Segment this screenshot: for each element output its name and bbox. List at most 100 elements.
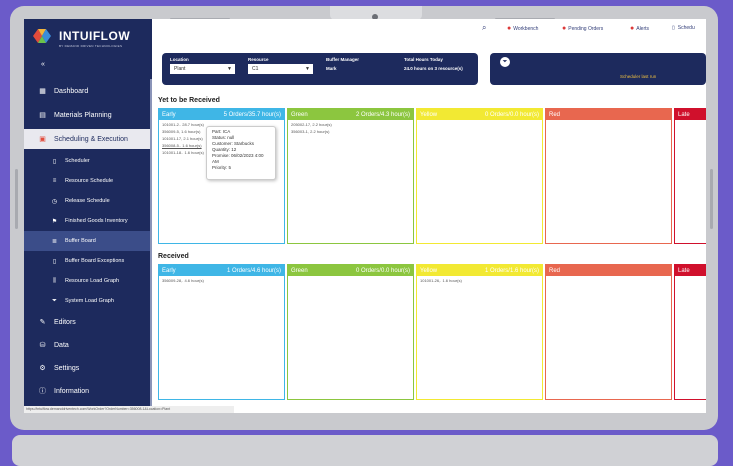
column-header: Red [546,109,671,120]
brand-name: INTUIFLOW [59,29,131,43]
info-icon: ⓘ [39,388,46,395]
sidebar-item-editors[interactable]: ✎ Editors [24,312,152,332]
received-title: Received [158,253,189,260]
order-item[interactable]: 356003-1, 2.2 hour(s) [288,129,413,134]
order-item[interactable]: 101001-26,. 1.6 hour(s) [417,278,542,283]
column-summary: 0 Orders/0.0 hour(s) [355,267,410,274]
sidebar-item-buffer-board-exceptions[interactable]: ▯ Buffer Board Exceptions [24,251,152,271]
sidebar-item-label: Materials Planning [54,111,112,119]
location-select[interactable]: Plant ▼ [170,64,235,74]
edit-icon: ✎ [39,319,46,326]
total-hours-label: Total Hours Today [404,57,443,62]
sidebar-item-resource-load-graph[interactable]: ⫼ Resource Load Graph [24,271,152,291]
sidebar-item-materials-planning[interactable]: ▤ Materials Planning [24,105,152,125]
buffer-manager-label: Buffer Manager [326,57,360,62]
status-bar-url: https://intuiflow.demanddriventech.com/W… [24,406,234,413]
location-label: Location [170,57,189,62]
sidebar-item-data[interactable]: ⛁ Data [24,335,152,355]
received-red-column: Red [545,264,672,400]
pending-orders-badge-icon: ● [562,25,567,32]
column-summary: 1 Orders/1.6 hour(s) [484,267,539,274]
sidebar-item-dashboard[interactable]: ▦ Dashboard [24,81,152,101]
column-name: Yellow [420,267,438,274]
tooltip-promise: Promise: 06/02/2023 4:00 AM [212,153,264,164]
schedule-label: Schedu [677,25,695,31]
sidebar-item-label: Scheduling & Execution [54,135,128,143]
workbench-button[interactable]: ● Workbench [507,25,538,32]
received-late-column: Late [674,264,706,400]
scheduler-last-run-text: Scheduler last run [620,74,657,79]
top-bar: ⌕ ● Workbench ● Pending Orders ● Alerts ▯ Sc… [152,19,706,43]
collapse-sidebar-icon[interactable]: « [41,61,45,68]
received-green-column: Green 0 Orders/0.0 hour(s) [287,264,414,400]
funnel-icon: ⏷ [52,297,57,304]
column-name: Red [549,111,561,118]
alerts-button[interactable]: ● Alerts [630,25,649,32]
sidebar-item-label: Release Schedule [65,198,110,204]
to-receive-green-column: Green 2 Orders/4.3 hour(s) 205002-17, 2.2… [287,108,414,244]
pending-orders-label: Pending Orders [568,25,604,32]
column-name: Late [678,267,690,274]
flag-icon: ⚑ [51,218,58,225]
filter-panel: Location Plant ▼ Resource C1 ▼ Buffer Mana… [162,53,478,85]
column-header: Red [546,265,671,276]
total-hours-value: 24.0 hours on 3 resource(s) [404,66,463,71]
sidebar-item-settings[interactable]: ⚙ Settings [24,358,152,378]
sidebar-item-release-schedule[interactable]: ◷ Release Schedule [24,191,152,211]
sidebar-item-buffer-board[interactable]: ≣ Buffer Board [24,231,152,251]
search-icon[interactable]: ⌕ [482,23,486,33]
column-name: Yellow [420,111,438,118]
chevron-down-icon: ▼ [305,66,310,72]
column-summary: 0 Orders/0.0 hour(s) [484,111,539,118]
chevron-down-icon: ▼ [227,66,232,72]
sidebar-item-information[interactable]: ⓘ Information [24,381,152,401]
column-summary: 2 Orders/4.3 hour(s) [355,111,410,118]
sidebar-item-label: Buffer Board [65,238,96,244]
filter-icon[interactable]: ⏷ [500,57,510,67]
doc-icon: ▯ [52,158,57,165]
resource-label: Resource [248,57,269,62]
laptop-base [12,435,718,466]
column-header: Late [675,265,706,276]
received-yellow-column: Yellow 1 Orders/1.6 hour(s) 101001-26,. 1… [416,264,543,400]
clock-icon: ◷ [51,198,58,205]
yet-to-be-received-title: Yet to be Received [158,97,220,104]
sidebar-item-label: System Load Graph [65,298,114,304]
column-name: Green [291,267,308,274]
sidebar-item-resource-schedule[interactable]: ≡ Resource Schedule [24,171,152,191]
column-header: Early 1 Orders/4.6 hour(s) [159,265,284,276]
sidebar-item-label: Data [54,341,69,349]
pending-orders-button[interactable]: ● Pending Orders [562,25,603,32]
sidebar-item-scheduler[interactable]: ▯ Scheduler [24,151,152,171]
column-header: Green 0 Orders/0.0 hour(s) [288,265,413,276]
column-summary: 5 Orders/35.7 hour(s) [223,111,281,118]
order-item[interactable]: 356009-28,. 4.6 hour(s) [159,278,284,283]
frame-side-button-right [710,169,713,229]
order-item[interactable]: 205002-17, 2.2 hour(s) [288,122,413,127]
column-header: Yellow 0 Orders/0.0 hour(s) [417,109,542,120]
sidebar-item-label: Finished Goods Inventory [65,218,128,224]
sidebar-item-scheduling-execution[interactable]: ▣ Scheduling & Execution [24,129,152,149]
received-early-column: Early 1 Orders/4.6 hour(s) 356009-28,. 4.… [158,264,285,400]
to-receive-red-column: Red [545,108,672,244]
column-header: Early 5 Orders/35.7 hour(s) [159,109,284,120]
calendar-icon: ▣ [39,136,46,143]
tooltip-priority: Priority: 5 [212,165,232,170]
gear-icon: ⚙ [39,365,46,372]
alerts-badge-icon: ● [630,25,635,32]
sidebar-item-label: Resource Schedule [65,178,114,184]
clipboard-icon: ▤ [39,112,46,119]
sidebar-item-label: Buffer Board Exceptions [65,258,125,264]
brand-tagline: BY DEMAND DRIVEN TECHNOLOGIES [59,44,123,48]
to-receive-late-column: Late [674,108,706,244]
sidebar-item-finished-goods-inventory[interactable]: ⚑ Finished Goods Inventory [24,211,152,231]
sidebar-item-system-load-graph[interactable]: ⏷ System Load Graph [24,291,152,311]
resource-select[interactable]: C1 ▼ [248,64,313,74]
schedule-button[interactable]: ▯ Schedu [672,25,695,31]
frame-side-button-left [15,169,18,229]
buffer-manager-value: Mark [326,66,337,71]
layers-icon: ≣ [51,238,58,245]
sidebar-scrollbar[interactable] [150,79,152,409]
location-value: Plant [174,66,186,72]
alerts-label: Alerts [636,25,650,32]
